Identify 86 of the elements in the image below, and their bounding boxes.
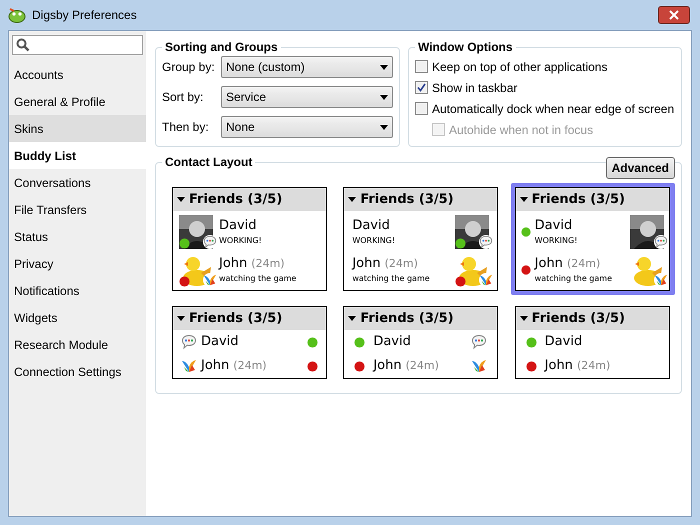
group-title: Sorting and Groups [164, 39, 279, 56]
advanced-button[interactable]: Advanced [606, 157, 675, 179]
sidebar-item[interactable]: Status [9, 223, 146, 250]
butterfly-icon [203, 273, 217, 287]
sidebar-item[interactable]: Accounts [9, 61, 146, 88]
group-title: Contact Layout [164, 154, 254, 171]
checkbox[interactable] [415, 81, 428, 94]
checkbox-label: Automatically dock when near edge of screen [432, 100, 674, 118]
caret-icon [177, 197, 185, 202]
butterfly-icon [471, 358, 488, 374]
field-label: Then by: [162, 119, 210, 136]
dropdown[interactable]: Service [221, 86, 393, 108]
sidebar-item[interactable]: Buddy List [9, 142, 146, 169]
idle-time: (24m) [406, 358, 439, 374]
caret-icon [520, 197, 528, 202]
sidebar-item[interactable]: Connection Settings [9, 358, 146, 385]
status-message: watching the game [534, 272, 613, 284]
contact-name: John [201, 357, 230, 376]
group-header: Friends (3/5) [189, 310, 282, 328]
speech-bubble-icon [203, 235, 217, 249]
group-title: Window Options [417, 39, 514, 56]
contact-name: John [352, 256, 381, 273]
dropdown-arrow-icon [380, 64, 388, 70]
speech-bubble-icon [479, 235, 494, 249]
butterfly-icon [654, 273, 668, 287]
contact-name: John [544, 357, 573, 376]
status-message: watching the game [219, 272, 298, 284]
checkbox[interactable] [415, 60, 428, 73]
check-icon [417, 83, 426, 92]
contact-name: David [373, 333, 411, 352]
checkbox-label: Keep on top of other applications [432, 58, 608, 76]
butterfly-icon [479, 273, 494, 287]
sidebar-item[interactable]: File Transfers [9, 196, 146, 223]
field-label: Group by: [162, 59, 216, 76]
checkbox[interactable] [415, 102, 428, 115]
sidebar-item[interactable]: General & Profile [9, 88, 146, 115]
status-message: WORKING! [219, 234, 263, 246]
window-title: Digsby Preferences [32, 7, 138, 24]
contact-name: John [219, 256, 248, 273]
speech-bubble-icon [181, 334, 197, 350]
status-message: watching the game [352, 272, 431, 284]
contact-name: John [534, 256, 563, 273]
status-message: WORKING! [534, 234, 578, 246]
layout-option[interactable]: Friends (3/5) David WORKING! John (24m) watching the game [510, 183, 675, 295]
caret-icon [348, 197, 356, 202]
dropdown[interactable]: None [221, 116, 393, 138]
sidebar-item[interactable]: Research Module [9, 331, 146, 358]
close-icon [669, 10, 679, 20]
app-icon [8, 7, 26, 23]
idle-time: (24m) [233, 358, 267, 374]
dropdown[interactable]: None (custom) [221, 56, 393, 78]
contact-name: John [373, 357, 402, 376]
speech-bubble-icon [654, 235, 668, 249]
group-header: Friends (3/5) [189, 190, 282, 209]
caret-icon [348, 316, 356, 321]
field-label: Sort by: [162, 89, 204, 106]
caret-icon [177, 316, 185, 321]
butterfly-icon [181, 358, 197, 374]
dropdown-arrow-icon [380, 94, 388, 100]
search-field[interactable] [12, 35, 143, 55]
search-icon [16, 38, 30, 52]
sidebar-item[interactable]: Conversations [9, 169, 146, 196]
contact-name: David [219, 218, 257, 235]
group-header: Friends (3/5) [360, 190, 454, 209]
sidebar-item[interactable]: Skins [9, 115, 146, 142]
group-header: Friends (3/5) [532, 190, 625, 209]
group-header: Friends (3/5) [532, 310, 625, 328]
contact-name: David [352, 218, 390, 235]
dropdown-arrow-icon [380, 124, 388, 130]
sidebar-item[interactable]: Privacy [9, 250, 146, 277]
sidebar-item[interactable]: Widgets [9, 304, 146, 331]
idle-time: (24m) [576, 358, 610, 374]
status-message: WORKING! [352, 234, 396, 246]
contact-name: David [544, 333, 582, 352]
idle-time: (24m) [251, 257, 285, 272]
close-button[interactable] [658, 6, 690, 24]
group-header: Friends (3/5) [360, 310, 454, 328]
checkbox-label: Show in taskbar [432, 80, 518, 96]
speech-bubble-icon [471, 334, 488, 350]
contact-name: David [201, 333, 239, 352]
sidebar-item[interactable]: Notifications [9, 277, 146, 304]
idle-time: (24m) [384, 257, 418, 272]
contact-name: David [534, 218, 572, 235]
caret-icon [520, 316, 528, 321]
idle-time: (24m) [566, 257, 600, 272]
checkbox-label: Autohide when not in focus [449, 122, 594, 138]
